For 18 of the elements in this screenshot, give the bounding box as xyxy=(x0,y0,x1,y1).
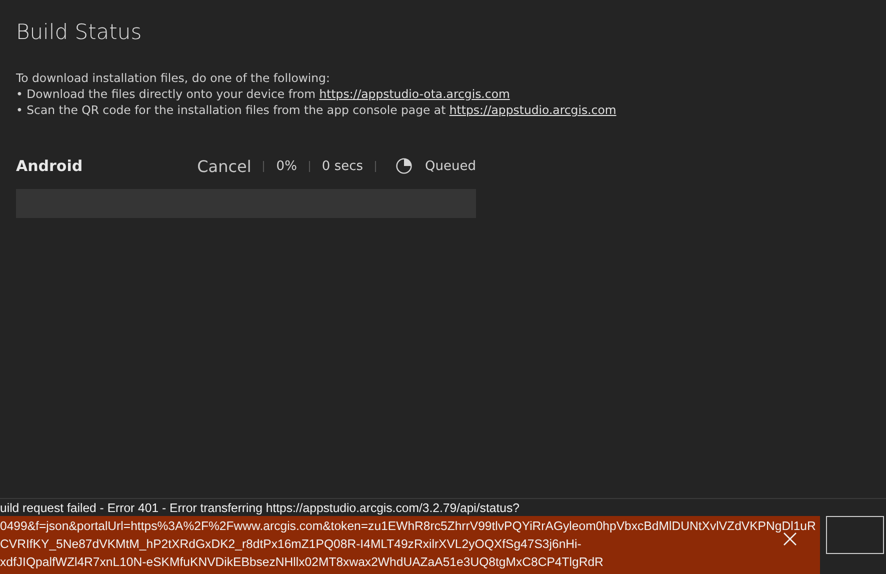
platform-name: Android xyxy=(16,157,84,175)
download-link[interactable]: https://appstudio.arcgis.com xyxy=(449,103,616,117)
error-text: 0499&f=json&portalUrl=https%3A%2F%2Fwww.arcgis.com&token=zu1EWhR8rc5ZhrrV99tlvPQYiRrAGyleom0hpVbxcBdMlDUNtXvlVZdVKPNgDl1uR xyxy=(0,518,816,535)
error-heading: uild request failed - Error 401 - Error transferring https://appstudio.arcgis.com/3.2.79/api/status? xyxy=(0,500,520,516)
error-text: CVRIfKY_5Ne87dVKMtM_hP2tXRdGxDK2_r8dtPx16mZ1PQ08R-I4MLT49zRxilrXVL2yOQXfSg47S3j6nHi- xyxy=(0,536,582,553)
instruction-bullet: • Download the files directly onto your device from https://appstudio-ota.arcgis.com xyxy=(16,86,511,102)
cancel-button[interactable]: Cancel xyxy=(197,156,252,176)
progress-percent: 0% xyxy=(276,158,297,174)
pie-clock-icon xyxy=(396,158,412,174)
close-icon[interactable] xyxy=(782,531,798,547)
page-title: Build Status xyxy=(16,20,143,44)
error-text: xdfJIQpalfWZl4R7xnL10N-eSKMfuKNVDikEBbsezNHllx02MT8xwax2WhdUAZaA51e3UQ8tgMxC8CP4TlgRdR xyxy=(0,554,604,571)
download-link[interactable]: https://appstudio-ota.arcgis.com xyxy=(319,87,510,101)
build-status: Queued xyxy=(425,158,476,174)
instructions-intro: To download installation files, do one of the following: xyxy=(16,70,331,86)
elapsed-time: 0 secs xyxy=(322,158,364,174)
outlined-panel xyxy=(826,516,884,554)
instruction-bullet: • Scan the QR code for the installation files from the app console page at https://appstudio.arcgis.com xyxy=(16,102,618,118)
